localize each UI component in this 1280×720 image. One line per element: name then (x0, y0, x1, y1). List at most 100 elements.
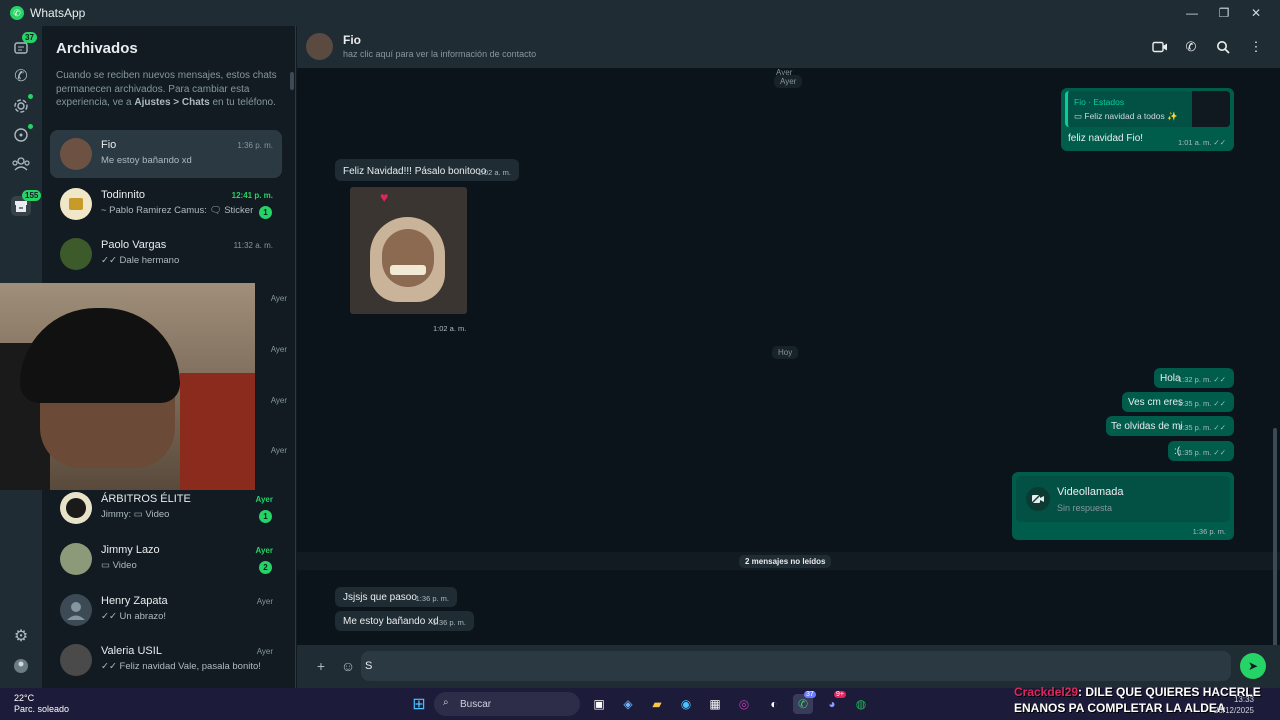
videocall-title: Videollamada (1057, 486, 1124, 498)
message-time: 1:32 p. m. ✓✓ (1177, 375, 1226, 384)
message-time: 1:35 p. m. ✓✓ (1177, 399, 1226, 408)
settings-gear-icon[interactable]: ⚙ (11, 626, 31, 646)
close-button[interactable]: ✕ (1240, 0, 1272, 26)
spotify-icon[interactable]: ◍ (851, 694, 871, 714)
message-time: 1:35 p. m. ✓✓ (1177, 423, 1226, 432)
chat-time: 1:36 p. m. (237, 141, 273, 150)
chat-time: Ayer (255, 546, 274, 555)
outgoing-message[interactable]: Ves cm eres 1:35 p. m. ✓✓ (1122, 392, 1234, 412)
panel-scrollbar[interactable] (290, 72, 294, 90)
chat-header[interactable]: Fio haz clic aquí para ver la informació… (297, 26, 1280, 68)
calls-icon[interactable]: ✆ (11, 66, 31, 86)
file-explorer-icon[interactable]: ▰ (647, 694, 667, 714)
chat-preview: ✓✓ Un abrazo! (101, 611, 167, 622)
attach-plus-icon[interactable]: + (312, 657, 330, 675)
status-icon[interactable] (11, 96, 31, 116)
message-time: 1:36 p. m. (1192, 527, 1226, 536)
status-thumbnail (1192, 91, 1230, 127)
chat-preview: ✓✓ Feliz navidad Vale, pasala bonito! (101, 661, 261, 672)
communities-icon[interactable] (11, 154, 31, 174)
incoming-message[interactable]: Me estoy bañando xd 1:36 p. m. (335, 611, 474, 631)
chat-item-todinnito[interactable]: Todinnito ~ Pablo Ramirez Camus: 🗨 Stick… (50, 180, 282, 228)
incoming-message[interactable]: Feliz Navidad!!! Pásalo bonitooo 1:02 a.… (335, 159, 519, 181)
avatar (60, 543, 92, 575)
contact-subtitle[interactable]: haz clic aquí para ver la información de… (343, 49, 536, 59)
chat-preview: ✓✓ Dale hermano (101, 255, 180, 266)
archived-badge: 155 (22, 190, 42, 201)
status-reply-bubble[interactable]: Fio · Estados ▭ Feliz navidad a todos ✨ … (1061, 88, 1234, 151)
more-options-icon[interactable]: ⋮ (1247, 38, 1265, 56)
outgoing-message[interactable]: Te olvidas de mi 1:35 p. m. ✓✓ (1106, 416, 1234, 436)
monkey-sticker[interactable]: ♥ (350, 187, 467, 314)
app-icon[interactable]: ◎ (734, 694, 754, 714)
send-icon[interactable]: ➤ (1240, 653, 1266, 679)
chat-name: Jimmy Lazo (101, 544, 160, 556)
default-avatar-icon (60, 594, 92, 626)
whatsapp-logo-icon: ✆ (10, 6, 24, 20)
system-clock[interactable]: 13:33 26/12/2025 (1214, 694, 1254, 716)
message-time: 1:36 p. m. (415, 594, 449, 603)
channels-dot (28, 124, 33, 129)
status-quote-author: Fio · Estados (1074, 97, 1125, 107)
maximize-button[interactable]: ❐ (1208, 0, 1240, 26)
chat-preview: Me estoy bañando xd (101, 155, 192, 166)
obs-icon[interactable]: ◐ (764, 694, 784, 714)
windows-start-icon[interactable]: ⊞ (410, 695, 428, 713)
message-time: 1:36 p. m. (432, 618, 466, 627)
chat-item-henry-zapata[interactable]: Henry Zapata ✓✓ Un abrazo! Ayer (50, 586, 282, 634)
chat-time: Ayer (256, 597, 273, 606)
chat-preview: ▭ Video (101, 560, 137, 571)
chat-name: Fio (101, 139, 117, 151)
contact-name[interactable]: Fio (343, 33, 361, 47)
chat-item-arbitros-elite[interactable]: ÁRBITROS ÉLITE Jimmy: ▭ Video Ayer 1 (50, 484, 282, 532)
chat-item-valeria-usil[interactable]: Valeria USIL ✓✓ Feliz navidad Vale, pasa… (50, 636, 282, 684)
chat-item-jimmy-lazo[interactable]: Jimmy Lazo ▭ Video Ayer 2 (50, 535, 282, 583)
sticker-time: 1:02 a. m. (433, 324, 467, 333)
chat-item-fio[interactable]: Fio Me estoy bañando xd 1:36 p. m. (50, 130, 282, 178)
weather-widget[interactable]: 22°C Parc. soleado (14, 693, 69, 715)
copilot-icon[interactable]: ◈ (618, 694, 638, 714)
unread-badge: 1 (259, 510, 272, 523)
message-input[interactable]: S (361, 651, 1231, 681)
avatar (60, 188, 92, 220)
videocall-bubble[interactable]: Videollamada Sin respuesta 1:36 p. m. (1012, 472, 1234, 540)
outgoing-message[interactable]: Hola 1:32 p. m. ✓✓ (1154, 368, 1234, 388)
windows-taskbar: 22°C Parc. soleado ⊞ ⌕ Buscar ▣ ◈ ▰ ◉ ▦ … (0, 685, 1280, 720)
contact-avatar[interactable] (306, 33, 333, 60)
minimize-button[interactable]: — (1176, 0, 1208, 26)
search-icon[interactable] (1214, 38, 1232, 56)
chat-time-hidden: Ayer (270, 446, 287, 455)
composer-bar: + ☺ S ➤ (297, 645, 1280, 688)
chat-item-paolo-vargas[interactable]: Paolo Vargas ✓✓ Dale hermano 11:32 a. m. (50, 230, 282, 278)
voice-call-icon[interactable]: ✆ (1182, 38, 1200, 56)
chat-time: Ayer (255, 495, 274, 504)
panel-title: Archivados (56, 40, 138, 57)
message-text: feliz navidad Fio! (1068, 133, 1144, 144)
missed-video-icon (1026, 487, 1050, 511)
chat-time-hidden: Ayer (270, 396, 287, 405)
chat-name: Paolo Vargas (101, 239, 167, 251)
chat-name: Henry Zapata (101, 595, 168, 607)
avatar (60, 644, 92, 676)
videocall-subtitle: Sin respuesta (1057, 503, 1113, 513)
outgoing-message[interactable]: :( 1:35 p. m. ✓✓ (1168, 441, 1234, 461)
avatar (60, 492, 92, 524)
discord-badge: 9+ (834, 691, 846, 698)
clock-date: 26/12/2025 (1213, 706, 1254, 715)
profile-avatar[interactable] (11, 656, 31, 676)
task-view-icon[interactable]: ▣ (589, 694, 609, 714)
message-text: Me estoy bañando xd (343, 616, 439, 627)
clock-time: 13:33 (1233, 695, 1254, 704)
message-input-value: S (365, 660, 373, 672)
taskbar-search[interactable]: ⌕ Buscar (434, 692, 580, 716)
edge-icon[interactable]: ◉ (676, 694, 696, 714)
webcam-overlay (0, 283, 255, 490)
chat-time-hidden: Ayer (270, 345, 287, 354)
video-call-icon[interactable] (1151, 38, 1169, 56)
message-time: 1:01 a. m. ✓✓ (1177, 138, 1226, 147)
status-quote[interactable]: Fio · Estados ▭ Feliz navidad a todos ✨ (1065, 91, 1230, 127)
weather-desc: Parc. soleado (14, 704, 70, 714)
store-icon[interactable]: ▦ (705, 694, 725, 714)
emoji-sticker-icon[interactable]: ☺ (339, 657, 357, 675)
incoming-message[interactable]: Jsjsjs que pasoo 1:36 p. m. (335, 587, 457, 607)
